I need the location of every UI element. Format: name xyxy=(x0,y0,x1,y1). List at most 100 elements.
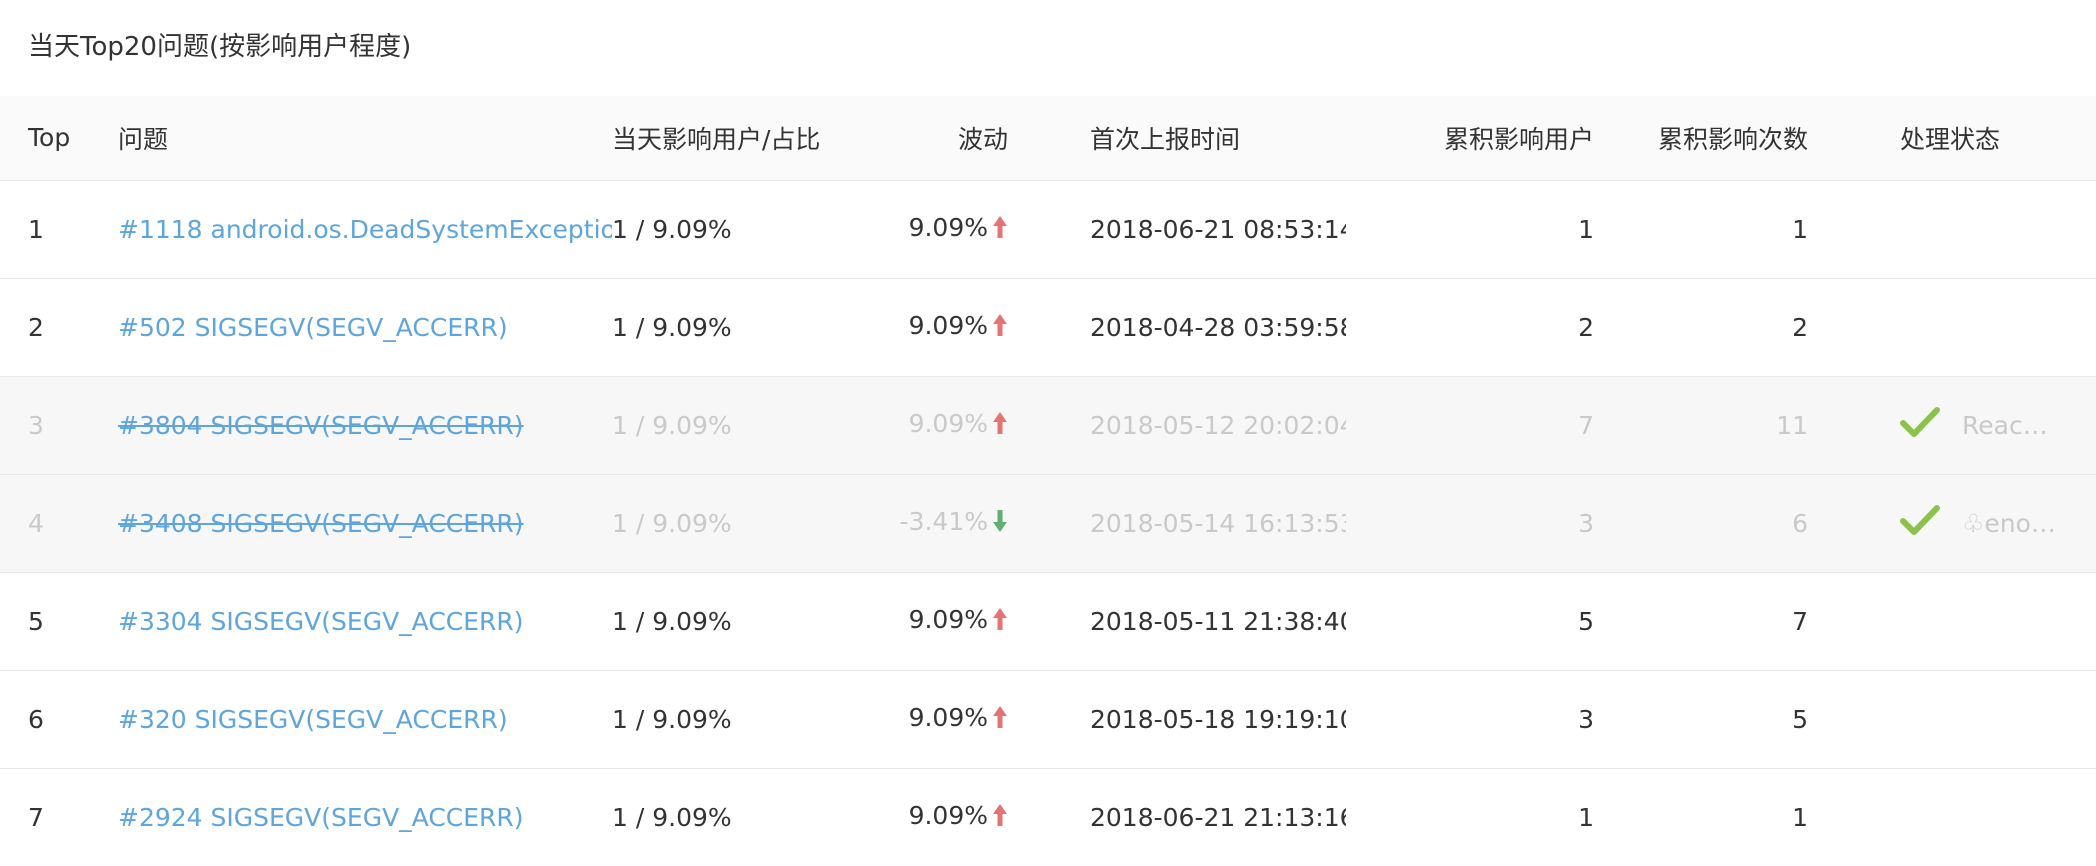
cell-fluctuation: 9.09% xyxy=(828,180,1008,278)
cell-status: ♧eno… xyxy=(1808,474,2096,572)
arrow-up-icon xyxy=(992,607,1008,637)
cell-spacer xyxy=(1008,180,1090,278)
fluctuation-value: 9.09% xyxy=(908,801,988,831)
cell-total-users: 7 xyxy=(1578,410,1594,440)
cell-fluctuation: 9.09% xyxy=(828,278,1008,376)
header-first-report: 首次上报时间 xyxy=(1090,124,1241,154)
cell-total-users: 3 xyxy=(1578,704,1594,734)
status-text: ♧eno… xyxy=(1962,508,2056,538)
check-icon xyxy=(1900,504,1940,542)
cell-total-count: 11 xyxy=(1776,410,1808,440)
table-row[interactable]: 1 #1118 android.os.DeadSystemException 1 /… xyxy=(0,180,2096,278)
cell-first-report: 2018-05-18 19:19:10 xyxy=(1090,704,1346,734)
issue-link[interactable]: #502 SIGSEGV(SEGV_ACCERR) xyxy=(118,313,508,342)
cell-total-users: 3 xyxy=(1578,508,1594,538)
cell-issue: #3304 SIGSEGV(SEGV_ACCERR) xyxy=(118,572,612,670)
cell-status xyxy=(1808,572,2096,670)
cell-issue: #3804 SIGSEGV(SEGV_ACCERR) xyxy=(118,376,612,474)
cell-top: 1 xyxy=(28,214,44,244)
cell-first-report: 2018-05-14 16:13:53 xyxy=(1090,508,1346,538)
cell-issue: #1118 android.os.DeadSystemException xyxy=(118,180,612,278)
fluctuation-value: 9.09% xyxy=(908,703,988,732)
cell-today-users: 1 / 9.09% xyxy=(612,214,732,244)
cell-total-count: 2 xyxy=(1792,312,1808,342)
header-total-users: 累积影响用户 xyxy=(1443,124,1594,154)
cell-status xyxy=(1808,768,2096,866)
cell-top: 4 xyxy=(28,508,44,538)
cell-today-users: 1 / 9.09% xyxy=(612,606,732,636)
top-issues-table: Top 问题 当天影响用户/占比 波动 首次上报时间 累积影响用户 累积影响次数… xyxy=(0,96,2096,866)
arrow-up-icon xyxy=(992,705,1008,735)
cell-status xyxy=(1808,670,2096,768)
fluctuation-value: 9.09% xyxy=(908,311,988,340)
cell-top: 5 xyxy=(28,606,44,636)
status-text: Reac… xyxy=(1962,410,2048,440)
cell-today-users: 1 / 9.09% xyxy=(612,704,732,734)
cell-spacer xyxy=(1008,278,1090,376)
header-total-count: 累积影响次数 xyxy=(1657,124,1808,154)
issue-link[interactable]: #320 SIGSEGV(SEGV_ACCERR) xyxy=(118,705,508,734)
cell-spacer xyxy=(1008,376,1090,474)
cell-first-report: 2018-04-28 03:59:58 xyxy=(1090,312,1346,342)
cell-total-users: 1 xyxy=(1578,802,1594,832)
table-row[interactable]: 3 #3804 SIGSEGV(SEGV_ACCERR) 1 / 9.09% 9.09… xyxy=(0,376,2096,474)
cell-status xyxy=(1808,180,2096,278)
cell-total-users: 2 xyxy=(1578,312,1594,342)
arrow-up-icon xyxy=(992,215,1008,245)
cell-issue: #2924 SIGSEGV(SEGV_ACCERR) xyxy=(118,768,612,866)
cell-top: 3 xyxy=(28,410,44,440)
table-row[interactable]: 2 #502 SIGSEGV(SEGV_ACCERR) 1 / 9.09% 9.09%… xyxy=(0,278,2096,376)
table-header-row: Top 问题 当天影响用户/占比 波动 首次上报时间 累积影响用户 累积影响次数… xyxy=(0,96,2096,180)
cell-first-report: 2018-06-21 21:13:16 xyxy=(1090,802,1346,832)
header-issue: 问题 xyxy=(118,124,169,154)
issue-link[interactable]: #3408 SIGSEGV(SEGV_ACCERR) xyxy=(118,509,524,538)
issue-link[interactable]: #3304 SIGSEGV(SEGV_ACCERR) xyxy=(118,607,524,636)
table-row[interactable]: 7 #2924 SIGSEGV(SEGV_ACCERR) 1 / 9.09% 9.09… xyxy=(0,768,2096,866)
arrow-up-icon xyxy=(992,313,1008,343)
table-row[interactable]: 4 #3408 SIGSEGV(SEGV_ACCERR) 1 / 9.09% -3.4… xyxy=(0,474,2096,572)
cell-today-users: 1 / 9.09% xyxy=(612,410,732,440)
cell-fluctuation: 9.09% xyxy=(828,376,1008,474)
cell-status: Reac… xyxy=(1808,376,2096,474)
cell-fluctuation: 9.09% xyxy=(828,670,1008,768)
issue-link[interactable]: #1118 android.os.DeadSystemException xyxy=(118,215,612,244)
cell-issue: #502 SIGSEGV(SEGV_ACCERR) xyxy=(118,278,612,376)
cell-status xyxy=(1808,278,2096,376)
cell-today-users: 1 / 9.09% xyxy=(612,312,732,342)
header-fluctuation: 波动 xyxy=(957,124,1008,154)
cell-fluctuation: 9.09% xyxy=(828,768,1008,866)
cell-first-report: 2018-05-11 21:38:40 xyxy=(1090,606,1346,636)
cell-today-users: 1 / 9.09% xyxy=(612,802,732,832)
cell-top: 2 xyxy=(28,312,44,342)
cell-total-count: 7 xyxy=(1792,606,1808,636)
cell-total-count: 1 xyxy=(1792,214,1808,244)
table-row[interactable]: 5 #3304 SIGSEGV(SEGV_ACCERR) 1 / 9.09% 9.09… xyxy=(0,572,2096,670)
fluctuation-value: 9.09% xyxy=(908,409,988,438)
table-row[interactable]: 6 #320 SIGSEGV(SEGV_ACCERR) 1 / 9.09% 9.09%… xyxy=(0,670,2096,768)
cell-fluctuation: 9.09% xyxy=(828,572,1008,670)
issue-link[interactable]: #2924 SIGSEGV(SEGV_ACCERR) xyxy=(118,803,524,832)
header-status: 处理状态 xyxy=(1900,124,2001,154)
cell-issue: #320 SIGSEGV(SEGV_ACCERR) xyxy=(118,670,612,768)
arrow-up-icon xyxy=(992,411,1008,441)
cell-top: 6 xyxy=(28,704,44,734)
fluctuation-value: 9.09% xyxy=(908,605,988,634)
arrow-down-icon xyxy=(992,509,1008,539)
cell-spacer xyxy=(1008,768,1090,866)
issue-link[interactable]: #3804 SIGSEGV(SEGV_ACCERR) xyxy=(118,411,524,440)
cell-first-report: 2018-06-21 08:53:14 xyxy=(1090,214,1346,244)
header-top: Top xyxy=(28,123,71,153)
cell-top: 7 xyxy=(28,802,44,832)
cell-spacer xyxy=(1008,474,1090,572)
cell-spacer xyxy=(1008,670,1090,768)
cell-total-count: 5 xyxy=(1792,704,1808,734)
header-spacer xyxy=(1008,96,1090,180)
page-title: 当天Top20问题(按影响用户程度) xyxy=(28,32,412,62)
cell-total-count: 1 xyxy=(1792,802,1808,832)
cell-spacer xyxy=(1008,572,1090,670)
cell-total-users: 1 xyxy=(1578,214,1594,244)
arrow-up-icon xyxy=(992,803,1008,833)
cell-total-users: 5 xyxy=(1578,606,1594,636)
fluctuation-value: -3.41% xyxy=(899,507,988,536)
cell-first-report: 2018-05-12 20:02:04 xyxy=(1090,410,1346,440)
